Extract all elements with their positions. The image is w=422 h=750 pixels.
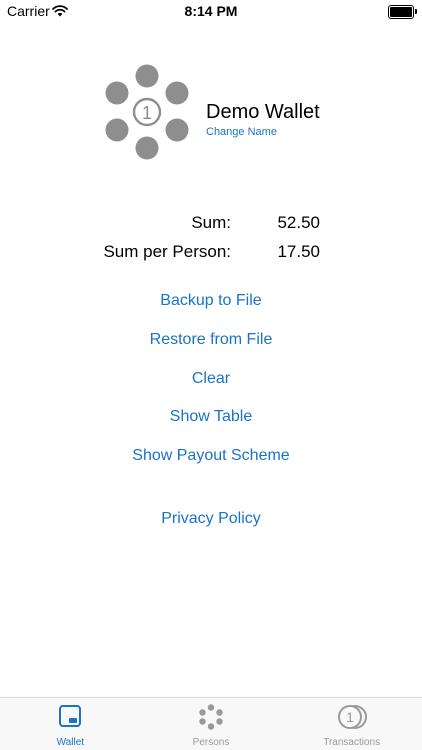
restore-from-file-button[interactable]: Restore from File (0, 331, 422, 349)
battery-icon (388, 5, 417, 19)
svg-text:1: 1 (346, 709, 354, 725)
tab-wallet-label: Wallet (56, 737, 85, 748)
show-table-button[interactable]: Show Table (0, 408, 422, 426)
sum-value: 52.50 (277, 213, 320, 232)
tab-wallet[interactable]: Wallet (0, 698, 141, 750)
status-bar: Carrier 8:14 PM (0, 0, 422, 22)
coin-icon: 1 (337, 704, 367, 735)
sum-per-person-value: 17.50 (277, 242, 320, 261)
tab-bar: Wallet Persons 1 Transactions (0, 697, 422, 750)
show-payout-scheme-button[interactable]: Show Payout Scheme (0, 447, 422, 465)
privacy-policy-link[interactable]: Privacy Policy (0, 510, 422, 528)
tab-transactions-label: Transactions (323, 737, 381, 748)
tab-transactions[interactable]: 1 Transactions (281, 698, 422, 750)
tab-persons-label: Persons (192, 737, 230, 748)
wallet-icon (58, 704, 82, 733)
tab-persons[interactable]: Persons (141, 698, 282, 750)
wallet-logo-icon: 1 (103, 64, 191, 160)
backup-to-file-button[interactable]: Backup to File (0, 292, 422, 310)
clear-button[interactable]: Clear (0, 370, 422, 388)
wallet-name: Demo Wallet (206, 101, 320, 123)
status-time: 8:14 PM (184, 3, 238, 19)
change-name-button[interactable]: Change Name (206, 126, 277, 138)
persons-icon (198, 704, 224, 735)
logo-number: 1 (142, 103, 152, 123)
sum-label: Sum: (191, 213, 231, 232)
sum-per-person-label: Sum per Person: (103, 242, 231, 261)
